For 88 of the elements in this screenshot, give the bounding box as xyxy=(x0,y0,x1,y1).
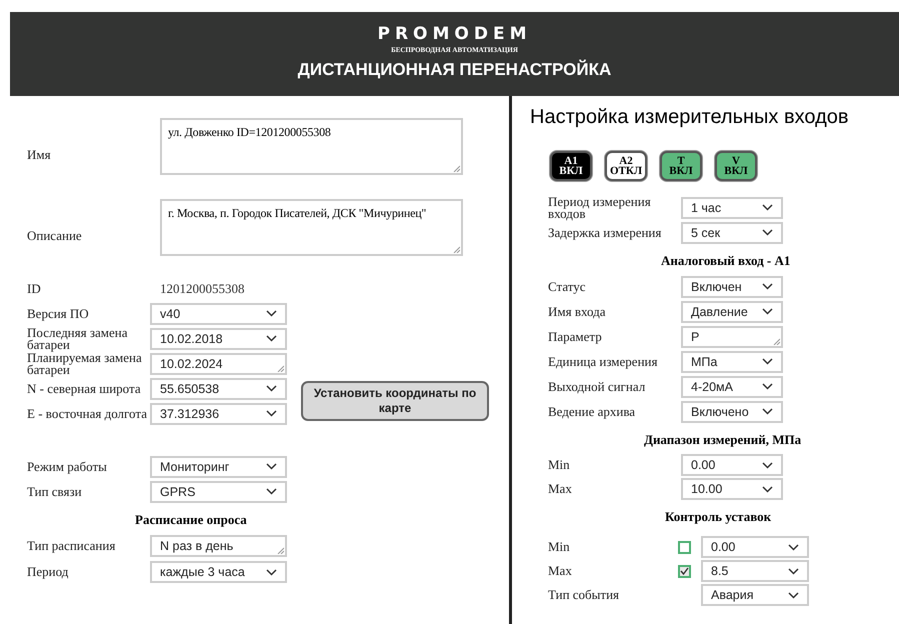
field-label: Задержка измерения xyxy=(548,226,662,238)
dropdown[interactable]: 10.00 xyxy=(681,478,783,500)
caret-icon xyxy=(266,385,277,392)
section-heading: Расписание опроса xyxy=(134,512,248,528)
channel-button[interactable]: T ВКЛ xyxy=(660,151,702,181)
field-label: Параметр xyxy=(548,330,603,342)
dropdown[interactable]: GPRS xyxy=(150,480,287,502)
channel-button[interactable]: V ВКЛ xyxy=(715,151,757,181)
resize-handle-icon xyxy=(277,364,284,372)
dropdown[interactable]: 37.312936 xyxy=(150,402,287,424)
dropdown[interactable]: Включен xyxy=(681,276,783,298)
resize-handle-icon xyxy=(453,246,460,253)
field-label: Min xyxy=(548,459,571,471)
field-label: N - северная широта xyxy=(27,382,142,394)
caret-icon xyxy=(762,283,773,290)
caret-icon xyxy=(266,463,277,470)
caret-icon xyxy=(762,383,773,390)
dropdown[interactable]: 55.650538 xyxy=(150,378,287,400)
caret-icon xyxy=(788,592,799,598)
caret-icon xyxy=(788,544,799,550)
channel-button[interactable]: A2 ОТКЛ xyxy=(605,151,647,181)
section-heading: Диапазон измерений, МПа xyxy=(643,432,802,448)
dropdown[interactable]: 0.00 xyxy=(681,454,783,476)
caret-icon xyxy=(762,462,773,468)
caret-icon xyxy=(762,308,773,315)
dropdown[interactable]: 8.5 xyxy=(701,560,809,582)
field-label: Планируемая замена батареи xyxy=(27,352,143,376)
field-label: Тип события xyxy=(548,589,620,601)
field-label: Имя xyxy=(27,148,52,160)
field-label: Min xyxy=(548,541,571,553)
dropdown[interactable]: v40 xyxy=(150,302,287,324)
checkbox[interactable] xyxy=(678,564,691,578)
dropdown[interactable]: Включено xyxy=(681,400,783,422)
field-label: Последняя замена батареи xyxy=(27,326,128,350)
panel-title: Настройка измерительных входов xyxy=(530,106,850,129)
dropdown[interactable]: 4-20мА xyxy=(681,376,783,398)
channel-button[interactable]: A1 ВКЛ xyxy=(550,151,592,181)
caret-icon xyxy=(762,408,773,415)
dropdown[interactable]: МПа xyxy=(681,350,783,372)
resize-handle-icon xyxy=(773,338,780,344)
section-heading: Контроль уставок xyxy=(664,509,772,525)
dropdown[interactable]: 10.02.2018 xyxy=(150,328,287,350)
text-area[interactable]: ул. Довженко ID=1201200055308 xyxy=(160,118,463,175)
id-value: 1201200055308 xyxy=(160,280,246,296)
caret-icon xyxy=(266,310,277,317)
field-label: Выходной сигнал xyxy=(548,380,646,392)
field-label: E - восточная долгота xyxy=(27,408,148,420)
caret-icon xyxy=(266,488,277,495)
input-field[interactable]: N раз в день xyxy=(150,535,287,557)
section-heading: Аналоговый вход - A1 xyxy=(660,253,792,269)
resize-handle-icon xyxy=(453,165,460,172)
dropdown[interactable]: 1 час xyxy=(681,196,783,218)
caret-icon xyxy=(762,229,773,236)
caret-icon xyxy=(266,410,277,417)
field-label: Имя входа xyxy=(548,306,606,318)
field-label: ID xyxy=(27,282,42,294)
field-label: Режим работы xyxy=(27,460,108,472)
dropdown[interactable]: Мониторинг xyxy=(150,456,287,478)
input-field[interactable]: 10.02.2024 xyxy=(150,352,287,374)
field-label: Период измерения входов xyxy=(548,196,652,220)
dropdown[interactable]: Давление xyxy=(681,300,783,322)
checkbox[interactable] xyxy=(678,540,691,554)
field-label: Ведение архива xyxy=(548,406,636,418)
page-title: ДИСТАНЦИОННАЯ ПЕРЕНАСТРОЙКА xyxy=(298,60,612,80)
set-coordinates-button[interactable]: Установить координаты по карте xyxy=(301,381,489,421)
caret-icon xyxy=(762,486,773,492)
field-label: Описание xyxy=(27,230,83,242)
logo: PROMODEM xyxy=(377,24,532,44)
dropdown[interactable]: каждые 3 часа xyxy=(150,561,287,583)
caret-icon xyxy=(762,204,773,211)
field-label: Статус xyxy=(548,280,587,292)
caret-icon xyxy=(266,568,277,576)
resize-handle-icon xyxy=(277,547,284,554)
dropdown[interactable]: 5 сек xyxy=(681,222,783,244)
input-field[interactable]: P xyxy=(681,326,783,348)
field-label: Версия ПО xyxy=(27,308,90,320)
field-label: Тип расписания xyxy=(27,540,116,552)
caret-icon xyxy=(266,335,277,342)
field-label: Период xyxy=(27,566,70,578)
text-area[interactable]: г. Москва, п. Городок Писателей, ДСК "Мичуринец" xyxy=(160,199,463,256)
dropdown[interactable]: Авария xyxy=(701,584,809,606)
field-label: Max xyxy=(548,565,573,577)
field-label: Единица измерения xyxy=(548,356,658,368)
caret-icon xyxy=(762,358,773,365)
caret-icon xyxy=(788,568,799,574)
field-label: Max xyxy=(548,483,573,495)
dropdown[interactable]: 0.00 xyxy=(701,536,809,558)
field-label: Тип связи xyxy=(27,486,83,498)
